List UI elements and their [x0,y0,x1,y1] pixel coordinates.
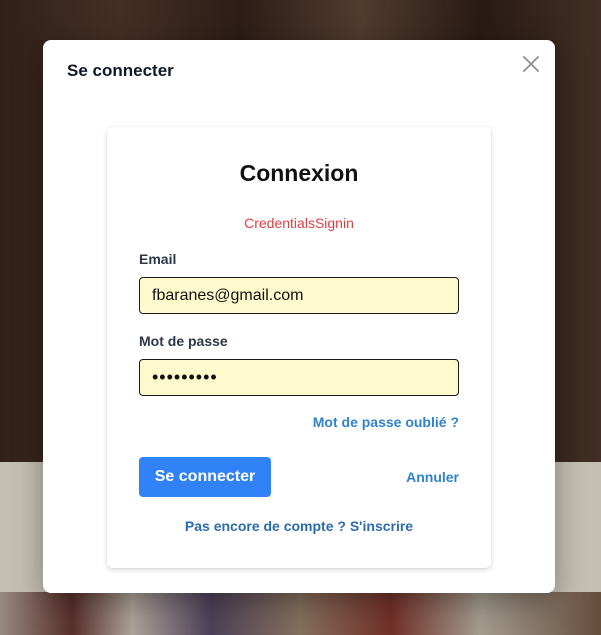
login-submit-button[interactable]: Se connecter [139,457,271,497]
login-modal: Se connecter Connexion CredentialsSignin… [43,40,555,593]
password-label: Mot de passe [139,333,228,349]
login-heading: Connexion [239,160,359,186]
forgot-password-link[interactable]: Mot de passe oublié ? [313,414,459,430]
login-card: Connexion CredentialsSignin Email Mot de… [107,127,491,568]
close-button[interactable] [521,54,541,74]
modal-title: Se connecter [67,61,174,80]
error-message: CredentialsSignin [244,215,354,231]
email-label: Email [139,251,177,267]
cancel-button[interactable]: Annuler [406,469,459,485]
signup-link[interactable]: Pas encore de compte ? S'inscrire [107,518,491,534]
password-field[interactable] [139,359,459,396]
email-field[interactable] [139,277,459,314]
close-icon [523,56,539,72]
